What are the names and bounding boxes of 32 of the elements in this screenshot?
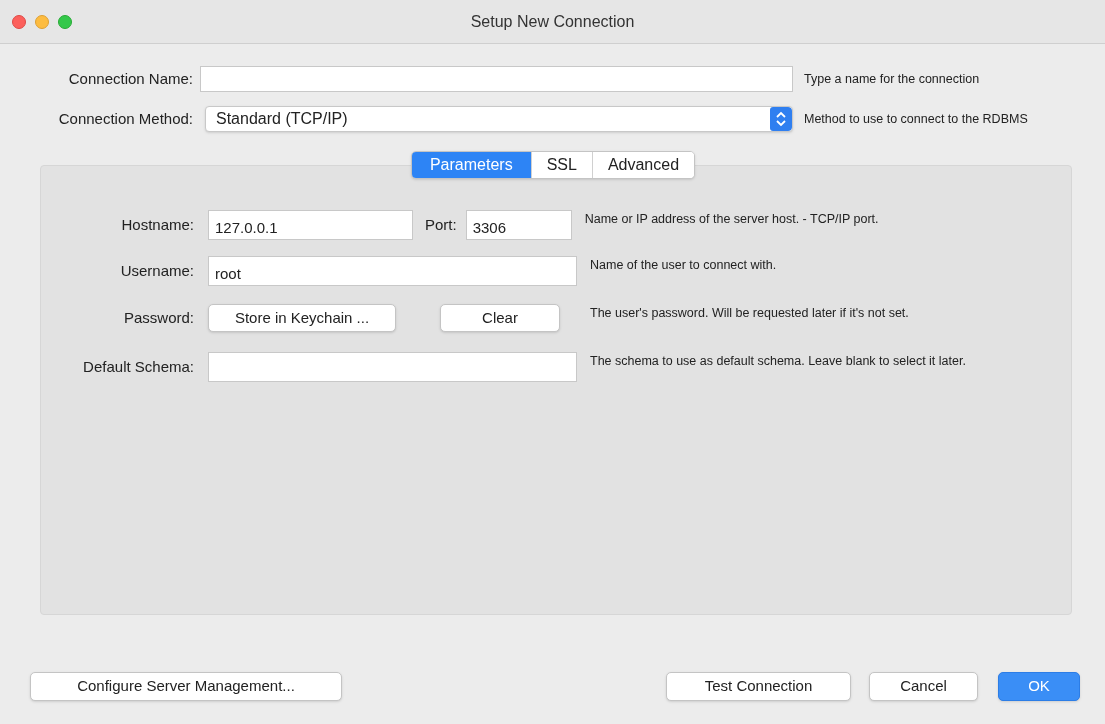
tab[interactable]: Parameters <box>411 152 531 178</box>
input-field[interactable] <box>208 352 577 382</box>
field-label: Default Schema: <box>82 357 194 377</box>
hint-text: The schema to use as default schema. Leave blank to select it later. <box>590 353 966 370</box>
input-field[interactable] <box>200 66 793 92</box>
field-label: Password: <box>122 308 194 328</box>
input-field[interactable]: 3306 <box>465 210 572 240</box>
hint-text: Method to use to connect to the RDBMS <box>804 110 1028 128</box>
button[interactable]: Cancel <box>869 672 978 701</box>
window-title: Setup New Connection <box>470 12 635 32</box>
hint-text: Name or IP address of the server host. - TCP/IP port. <box>584 211 879 228</box>
field-label: Hostname: <box>120 215 194 235</box>
field-label: Connection Method: <box>57 108 194 129</box>
dropdown[interactable]: Standard (TCP/IP) <box>205 106 793 132</box>
tab[interactable]: Advanced <box>591 152 695 178</box>
field-label: Connection Name: <box>67 68 194 89</box>
stepper-icon <box>770 107 792 131</box>
field-label: Port: <box>425 215 457 235</box>
hint-text: Type a name for the connection <box>804 70 980 88</box>
hint-text: Name of the user to connect with. <box>590 257 777 274</box>
button[interactable]: Store in Keychain ... <box>208 304 396 332</box>
minimize-icon[interactable] <box>35 14 49 29</box>
button[interactable]: Clear <box>440 304 560 332</box>
button[interactable]: Test Connection <box>666 672 851 701</box>
tab[interactable]: SSL <box>530 152 592 178</box>
input-field[interactable]: 127.0.0.1 <box>208 210 413 240</box>
hint-text: The user's password. Will be requested later if it's not set. <box>590 305 909 322</box>
button[interactable]: Configure Server Management... <box>30 672 342 701</box>
input-field[interactable]: root <box>208 256 577 286</box>
close-icon[interactable] <box>12 14 26 29</box>
field-label: Username: <box>119 261 194 281</box>
zoom-icon[interactable] <box>58 14 72 29</box>
